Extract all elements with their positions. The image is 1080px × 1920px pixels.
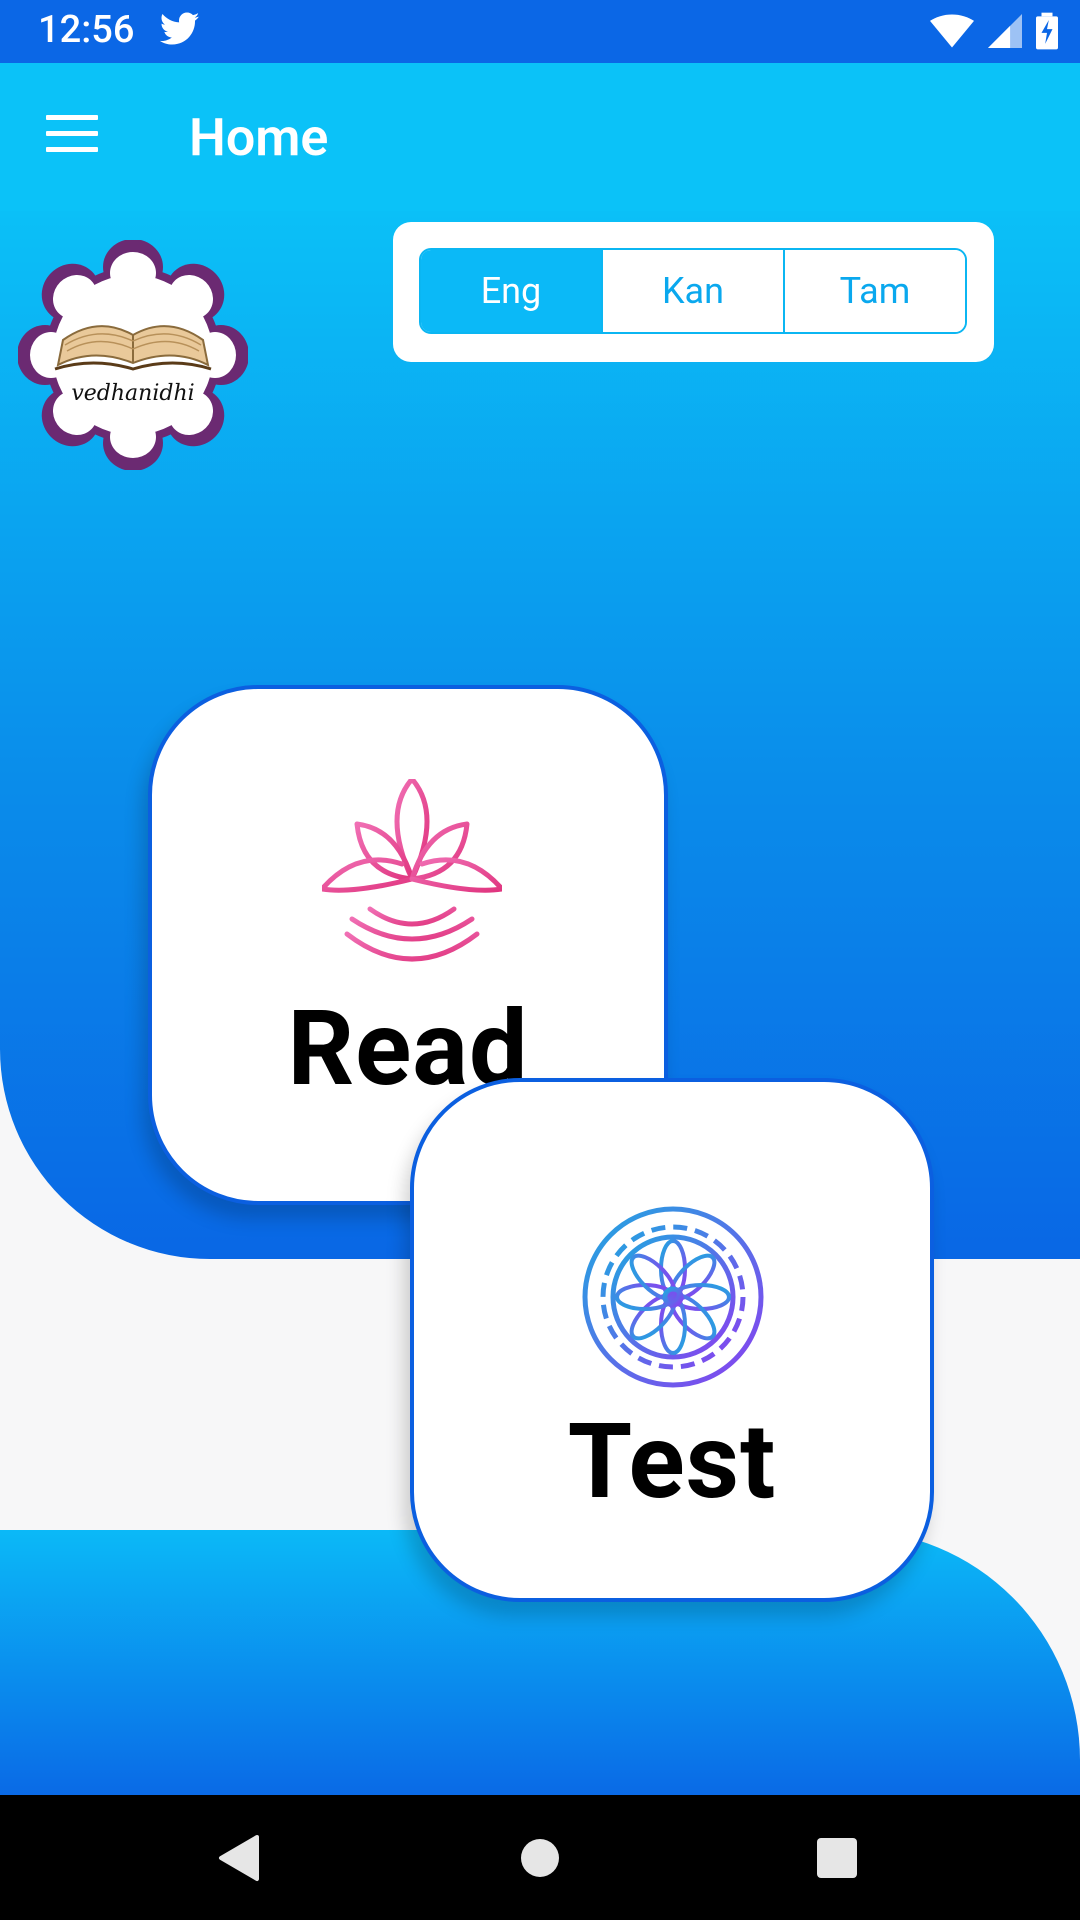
hamburger-menu-icon[interactable] — [46, 115, 98, 155]
lotus-icon — [319, 776, 505, 973]
app-bar: Home — [0, 63, 1080, 212]
language-option-tam[interactable]: Tam — [785, 250, 965, 332]
test-label: Test — [567, 1402, 777, 1523]
signal-icon — [988, 14, 1022, 52]
language-option-eng[interactable]: Eng — [421, 250, 603, 332]
twitter-icon — [159, 12, 200, 50]
back-icon[interactable] — [215, 1833, 265, 1883]
battery-charging-icon — [1036, 12, 1058, 54]
navigation-bar — [0, 1795, 1080, 1920]
vedhanidhi-logo: vedhanidhi — [17, 239, 249, 471]
home-icon[interactable] — [519, 1833, 569, 1883]
wifi-icon — [930, 14, 974, 52]
status-bar: 12:56 — [0, 0, 1080, 63]
language-selector-card: Eng Kan Tam — [393, 222, 994, 362]
mandala-gear-icon — [580, 1204, 766, 1394]
test-card-button[interactable]: Test — [410, 1078, 934, 1602]
logo-text: vedhanidhi — [71, 381, 194, 406]
status-time: 12:56 — [38, 8, 135, 52]
language-option-kan[interactable]: Kan — [603, 250, 785, 332]
language-segmented-control: Eng Kan Tam — [419, 248, 967, 334]
page-title: Home — [189, 107, 329, 168]
recents-icon[interactable] — [816, 1833, 866, 1883]
